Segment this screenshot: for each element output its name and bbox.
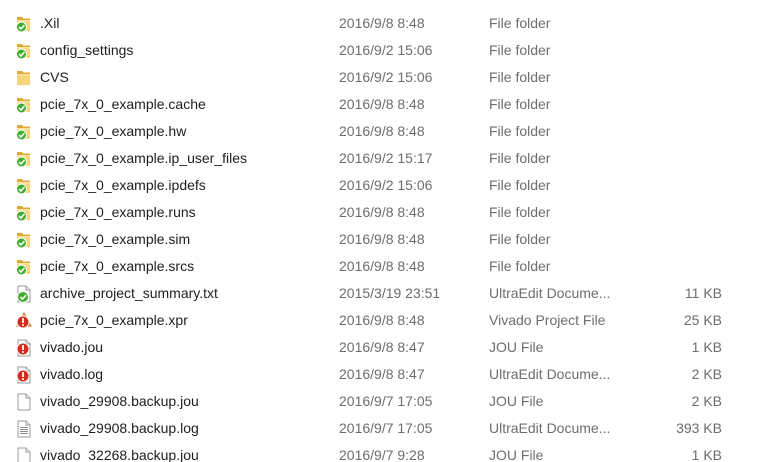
- text-file-icon: [14, 419, 34, 439]
- file-row[interactable]: pcie_7x_0_example.ipdefs 2016/9/2 15:06 Fi…: [0, 172, 764, 199]
- folder-synced-icon: [14, 14, 34, 34]
- file-name: vivado_29908.backup.log: [40, 420, 199, 436]
- file-name: config_settings: [40, 42, 134, 58]
- file-size: 2 KB: [691, 366, 722, 382]
- file-name: vivado.jou: [40, 339, 104, 355]
- file-date-modified: 2016/9/7 17:05: [339, 393, 433, 409]
- file-size: 2 KB: [691, 393, 722, 409]
- file-row[interactable]: .Xil 2016/9/8 8:48 File folder: [0, 10, 764, 37]
- file-row[interactable]: archive_project_summary.txt 2015/3/19 23:…: [0, 280, 764, 307]
- file-type: File folder: [489, 15, 551, 31]
- folder-synced-icon: [14, 203, 34, 223]
- file-date-modified: 2016/9/8 8:48: [339, 231, 425, 247]
- folder-synced-icon: [14, 41, 34, 61]
- file-row[interactable]: pcie_7x_0_example.runs 2016/9/8 8:48 File …: [0, 199, 764, 226]
- file-name: pcie_7x_0_example.sim: [40, 231, 191, 247]
- file-type: File folder: [489, 204, 551, 220]
- file-date-modified: 2016/9/2 15:17: [339, 150, 433, 166]
- file-type: File folder: [489, 42, 551, 58]
- file-type: File folder: [489, 150, 551, 166]
- file-name: CVS: [40, 69, 69, 85]
- file-row[interactable]: vivado_32268.backup.jou 2016/9/7 9:28 JOU …: [0, 442, 764, 462]
- file-name: pcie_7x_0_example.hw: [40, 123, 187, 139]
- file-size: 11 KB: [684, 285, 722, 301]
- file-date-modified: 2016/9/8 8:48: [339, 15, 425, 31]
- file-date-modified: 2015/3/19 23:51: [339, 285, 441, 301]
- folder-synced-icon: [14, 149, 34, 169]
- file-name: pcie_7x_0_example.xpr: [40, 312, 188, 328]
- folder-synced-icon: [14, 95, 34, 115]
- file-name: .Xil: [40, 15, 60, 31]
- file-date-modified: 2016/9/7 9:28: [339, 447, 425, 462]
- file-type: File folder: [489, 231, 551, 247]
- file-name: pcie_7x_0_example.runs: [40, 204, 196, 220]
- file-date-modified: 2016/9/8 8:48: [339, 258, 425, 274]
- file-date-modified: 2016/9/2 15:06: [339, 42, 433, 58]
- file-type: File folder: [489, 258, 551, 274]
- file-type: File folder: [489, 69, 551, 85]
- file-name: vivado.log: [40, 366, 104, 382]
- file-name: pcie_7x_0_example.ipdefs: [40, 177, 206, 193]
- folder-icon: [14, 68, 34, 88]
- file-modified-icon: [14, 338, 34, 358]
- file-row[interactable]: vivado.log 2016/9/8 8:47 UltraEdit Docume.…: [0, 361, 764, 388]
- file-type: File folder: [489, 177, 551, 193]
- file-name: pcie_7x_0_example.srcs: [40, 258, 195, 274]
- file-type: Vivado Project File: [489, 312, 606, 328]
- file-type: JOU File: [489, 339, 544, 355]
- file-date-modified: 2016/9/8 8:47: [339, 366, 425, 382]
- file-type: UltraEdit Docume...: [489, 420, 611, 436]
- folder-synced-icon: [14, 176, 34, 196]
- file-size: 393 KB: [676, 420, 722, 436]
- file-list: .Xil 2016/9/8 8:48 File folder config_setti…: [0, 0, 764, 462]
- file-type: UltraEdit Docume...: [489, 285, 611, 301]
- file-icon: [14, 392, 34, 412]
- file-row[interactable]: vivado_29908.backup.log 2016/9/7 17:05 Ult…: [0, 415, 764, 442]
- file-date-modified: 2016/9/2 15:06: [339, 69, 433, 85]
- file-row[interactable]: vivado_29908.backup.jou 2016/9/7 17:05 JOU…: [0, 388, 764, 415]
- file-date-modified: 2016/9/8 8:48: [339, 204, 425, 220]
- file-name: vivado_29908.backup.jou: [40, 393, 199, 409]
- file-name: pcie_7x_0_example.ip_user_files: [40, 150, 248, 166]
- file-modified-icon: [14, 365, 34, 385]
- file-type: UltraEdit Docume...: [489, 366, 611, 382]
- file-size: 1 KB: [691, 339, 722, 355]
- file-date-modified: 2016/9/2 15:06: [339, 177, 433, 193]
- file-size: 1 KB: [691, 447, 722, 462]
- file-row[interactable]: config_settings 2016/9/2 15:06 File folder: [0, 37, 764, 64]
- file-date-modified: 2016/9/8 8:48: [339, 312, 425, 328]
- file-date-modified: 2016/9/8 8:48: [339, 96, 425, 112]
- file-row[interactable]: vivado.jou 2016/9/8 8:47 JOU File 1 KB: [0, 334, 764, 361]
- file-size: 25 KB: [683, 312, 722, 328]
- file-row[interactable]: pcie_7x_0_example.srcs 2016/9/8 8:48 File …: [0, 253, 764, 280]
- file-row[interactable]: CVS 2016/9/2 15:06 File folder: [0, 64, 764, 91]
- file-type: File folder: [489, 123, 551, 139]
- folder-synced-icon: [14, 122, 34, 142]
- file-row[interactable]: pcie_7x_0_example.ip_user_files 2016/9/2 …: [0, 145, 764, 172]
- file-date-modified: 2016/9/8 8:47: [339, 339, 425, 355]
- file-name: pcie_7x_0_example.cache: [40, 96, 206, 112]
- file-synced-icon: [14, 284, 34, 304]
- file-icon: [14, 446, 34, 462]
- vivado-modified-icon: [14, 311, 34, 331]
- file-date-modified: 2016/9/8 8:48: [339, 123, 425, 139]
- file-row[interactable]: pcie_7x_0_example.cache 2016/9/8 8:48 File…: [0, 91, 764, 118]
- file-type: File folder: [489, 96, 551, 112]
- folder-synced-icon: [14, 257, 34, 277]
- file-name: vivado_32268.backup.jou: [40, 447, 199, 462]
- file-row[interactable]: pcie_7x_0_example.hw 2016/9/8 8:48 File fo…: [0, 118, 764, 145]
- file-row[interactable]: pcie_7x_0_example.sim 2016/9/8 8:48 File f…: [0, 226, 764, 253]
- file-date-modified: 2016/9/7 17:05: [339, 420, 433, 436]
- file-type: JOU File: [489, 447, 544, 462]
- folder-synced-icon: [14, 230, 34, 250]
- file-name: archive_project_summary.txt: [40, 285, 218, 301]
- file-row[interactable]: pcie_7x_0_example.xpr 2016/9/8 8:48 Vivado…: [0, 307, 764, 334]
- file-type: JOU File: [489, 393, 544, 409]
